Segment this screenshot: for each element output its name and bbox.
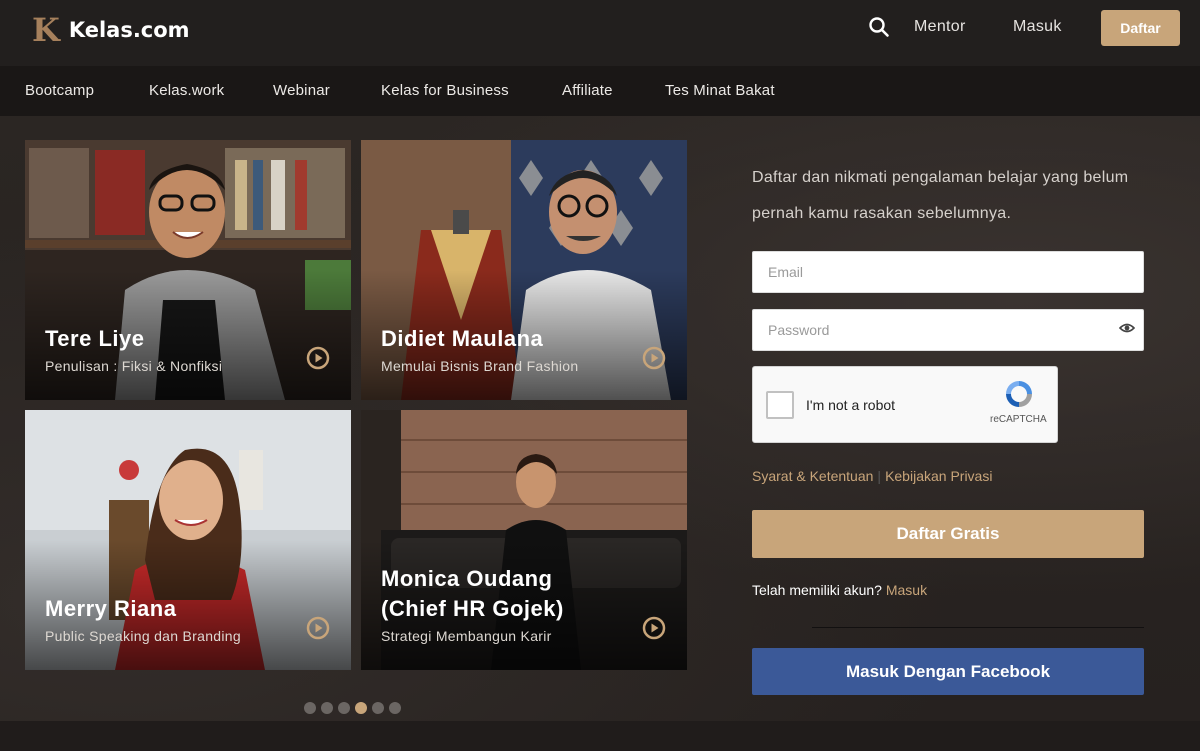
carousel-dot[interactable] <box>338 702 350 714</box>
signup-intro: Daftar dan nikmati pengalaman belajar ya… <box>752 169 1129 222</box>
subnav-webinar[interactable]: Webinar <box>273 82 330 99</box>
play-icon[interactable] <box>642 616 666 640</box>
mentor-course: Public Speaking dan Branding <box>45 628 241 644</box>
email-field[interactable] <box>752 251 1144 293</box>
search-icon[interactable] <box>868 16 890 38</box>
link-separator: | <box>877 468 882 484</box>
carousel-dot[interactable] <box>321 702 333 714</box>
have-account-label: Telah memiliki akun? <box>752 582 882 598</box>
mentor-name-line1: Monica Oudang <box>381 566 553 591</box>
subnav-kelas-work[interactable]: Kelas.work <box>149 82 224 99</box>
recaptcha-brand: reCAPTCHA <box>990 414 1047 425</box>
mentor-name: Didiet Maulana <box>381 326 544 351</box>
recaptcha-widget: I'm not a robot reCAPTCHA <box>752 366 1058 443</box>
logo[interactable]: K Kelas.com <box>32 14 190 46</box>
carousel-dot[interactable] <box>389 702 401 714</box>
carousel-dot-active[interactable] <box>355 702 367 714</box>
eye-icon[interactable] <box>1119 322 1135 334</box>
play-icon[interactable] <box>306 346 330 370</box>
terms-link[interactable]: Syarat & Ketentuan <box>752 468 873 484</box>
daftar-gratis-button[interactable]: Daftar Gratis <box>752 510 1144 558</box>
brand-name: Kelas.com <box>68 18 190 42</box>
subnav-tes-minat-bakat[interactable]: Tes Minat Bakat <box>665 82 775 99</box>
mentor-course: Penulisan : Fiksi & Nonfiksi <box>45 358 223 374</box>
recaptcha-checkbox[interactable] <box>766 391 794 419</box>
logo-mark: K <box>32 11 60 49</box>
mentor-card-didiet-maulana[interactable]: Didiet Maulana Memulai Bisnis Brand Fash… <box>361 140 687 400</box>
legal-links: Syarat & Ketentuan | Kebijakan Privasi <box>752 468 992 484</box>
mentor-card-merry-riana[interactable]: Merry Riana Public Speaking dan Branding <box>25 410 351 670</box>
bottom-strip <box>0 721 1200 751</box>
subnav-affiliate[interactable]: Affiliate <box>562 82 613 99</box>
nav-mentor[interactable]: Mentor <box>914 18 966 36</box>
carousel-dot[interactable] <box>304 702 316 714</box>
daftar-button[interactable]: Daftar <box>1101 10 1180 46</box>
mentor-card-tere-liye[interactable]: Tere Liye Penulisan : Fiksi & Nonfiksi <box>25 140 351 400</box>
recaptcha-label: I'm not a robot <box>806 397 896 413</box>
mentor-name: Merry Riana <box>45 596 177 621</box>
mentor-course: Memulai Bisnis Brand Fashion <box>381 358 579 374</box>
play-icon[interactable] <box>306 616 330 640</box>
carousel-dot[interactable] <box>372 702 384 714</box>
subnav-kelas-for-business[interactable]: Kelas for Business <box>381 82 509 99</box>
privacy-link[interactable]: Kebijakan Privasi <box>885 468 992 484</box>
mentor-card-monica-oudang[interactable]: Monica Oudang (Chief HR Gojek) Strategi … <box>361 410 687 670</box>
facebook-login-button[interactable]: Masuk Dengan Facebook <box>752 648 1144 695</box>
or-divider-line <box>812 627 1144 628</box>
mentor-course: Strategi Membangun Karir <box>381 628 552 644</box>
top-header: K Kelas.com Mentor Masuk Daftar <box>0 0 1200 66</box>
or-divider-label: Atau <box>752 617 781 633</box>
password-field[interactable] <box>752 309 1144 351</box>
have-account-text: Telah memiliki akun? Masuk <box>752 582 927 598</box>
mentor-name: Tere Liye <box>45 326 145 351</box>
play-icon[interactable] <box>642 346 666 370</box>
login-link[interactable]: Masuk <box>886 582 927 598</box>
nav-masuk[interactable]: Masuk <box>1013 18 1062 36</box>
secondary-nav: Bootcamp Kelas.work Webinar Kelas for Bu… <box>0 66 1200 116</box>
subnav-bootcamp[interactable]: Bootcamp <box>25 82 94 99</box>
mentor-name-line2: (Chief HR Gojek) <box>381 596 564 621</box>
carousel-dots <box>304 702 401 714</box>
recaptcha-icon <box>1006 381 1032 407</box>
